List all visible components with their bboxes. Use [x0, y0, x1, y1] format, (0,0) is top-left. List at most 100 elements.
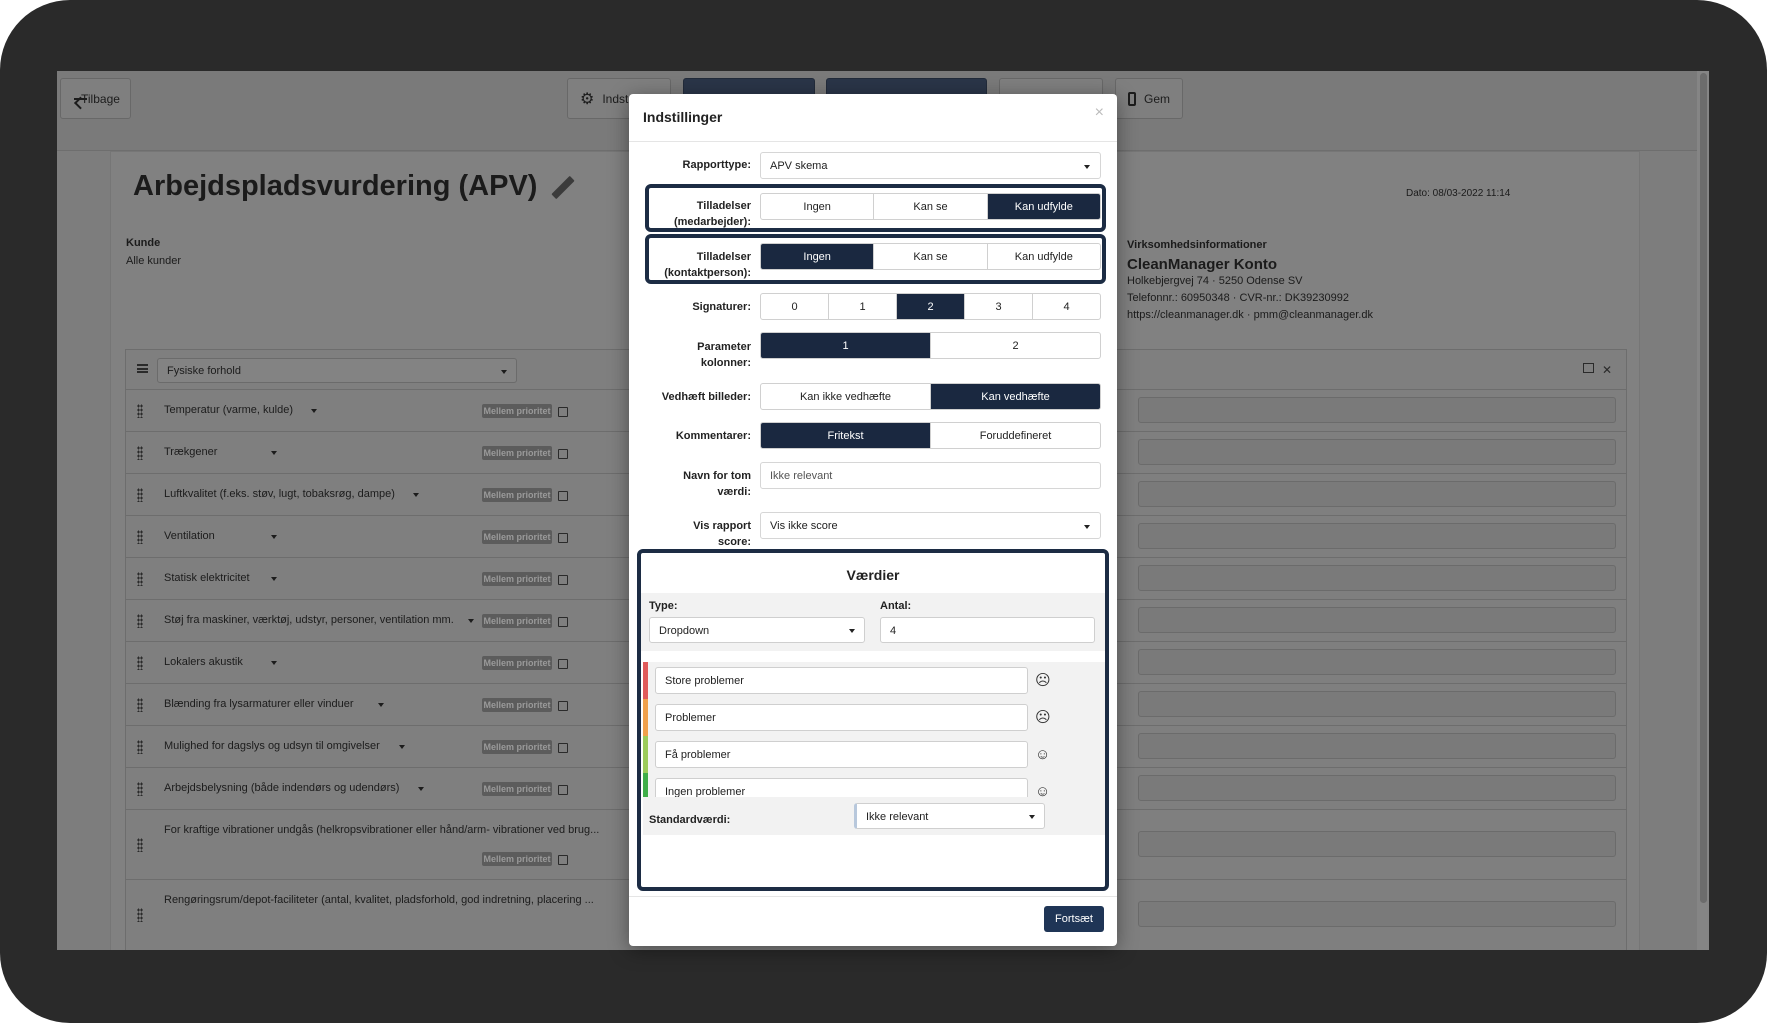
answer-field[interactable] [1138, 439, 1616, 465]
perm-employee-option-none[interactable]: Ingen [761, 194, 875, 219]
copy-icon[interactable] [558, 407, 568, 417]
priority-badge: Mellem prioritet [482, 614, 552, 628]
chevron-down-icon[interactable] [399, 745, 405, 749]
chevron-down-icon[interactable] [468, 619, 474, 623]
answer-field[interactable] [1138, 523, 1616, 549]
attach-images-option-no[interactable]: Kan ikke vedhæfte [761, 384, 931, 409]
drag-handle-icon[interactable] [137, 740, 143, 754]
answer-field[interactable] [1138, 901, 1616, 927]
chevron-down-icon[interactable] [271, 451, 277, 455]
drag-handle-icon[interactable] [137, 446, 143, 460]
param-columns-option-2[interactable]: 2 [931, 333, 1100, 358]
row-label[interactable]: Statisk elektricitet [164, 572, 250, 584]
value-input[interactable]: Få problemer [655, 741, 1028, 768]
answer-field[interactable] [1138, 733, 1616, 759]
save-button[interactable]: Gem [1115, 78, 1183, 119]
copy-icon[interactable] [558, 617, 568, 627]
row-label[interactable]: Mulighed for dagslys og udsyn til omgive… [164, 740, 380, 752]
answer-field[interactable] [1138, 831, 1616, 857]
copy-icon[interactable] [558, 855, 568, 865]
chevron-down-icon[interactable] [271, 661, 277, 665]
document-title-text: Arbejdspladsvurdering (APV) [133, 170, 538, 202]
copy-icon[interactable] [558, 785, 568, 795]
copy-icon[interactable] [558, 743, 568, 753]
answer-field[interactable] [1138, 691, 1616, 717]
category-select[interactable]: Fysiske forhold [157, 358, 517, 383]
drag-handle-icon[interactable] [137, 530, 143, 544]
copy-icon[interactable] [558, 575, 568, 585]
drag-handle-icon[interactable] [137, 838, 143, 852]
chevron-down-icon[interactable] [378, 703, 384, 707]
row-label[interactable]: Arbejdsbelysning (både indendørs og uden… [164, 782, 399, 794]
continue-button[interactable]: Fortsæt [1044, 906, 1104, 932]
copy-icon[interactable] [558, 659, 568, 669]
chevron-down-icon[interactable] [271, 535, 277, 539]
row-label[interactable]: Trækgener [164, 446, 217, 458]
drag-handle-icon[interactable] [137, 572, 143, 586]
values-type-select[interactable]: Dropdown [649, 617, 865, 643]
very-sad-face-icon[interactable]: ☹ [1035, 673, 1051, 688]
attach-images-option-yes[interactable]: Kan vedhæfte [931, 384, 1100, 409]
drag-handle-icon[interactable] [137, 782, 143, 796]
close-icon[interactable]: ✕ [1602, 363, 1612, 377]
chevron-down-icon[interactable] [413, 493, 419, 497]
close-icon[interactable]: × [1095, 104, 1104, 122]
perm-contact-option-view[interactable]: Kan se [874, 244, 988, 269]
answer-field[interactable] [1138, 565, 1616, 591]
show-score-select[interactable]: Vis ikke score [760, 512, 1101, 539]
copy-icon[interactable] [558, 491, 568, 501]
row-label[interactable]: Luftkvalitet (f.eks. støv, lugt, tobaksr… [164, 488, 395, 500]
drag-handle-icon[interactable] [137, 656, 143, 670]
copy-icon[interactable] [558, 701, 568, 711]
page-scrollbar[interactable] [1697, 71, 1709, 950]
row-label[interactable]: Lokalers akustik [164, 656, 243, 668]
signatures-option-0[interactable]: 0 [761, 294, 829, 319]
pencil-icon[interactable] [547, 173, 575, 201]
copy-icon[interactable] [558, 449, 568, 459]
value-input[interactable]: Store problemer [655, 667, 1028, 694]
perm-contact-option-fill[interactable]: Kan udfylde [988, 244, 1100, 269]
param-columns-option-1[interactable]: 1 [761, 333, 931, 358]
row-label[interactable]: For kraftige vibrationer undgås (helkrop… [164, 824, 599, 836]
chevron-down-icon[interactable] [311, 409, 317, 413]
drag-handle-icon[interactable] [137, 908, 143, 922]
sad-face-icon[interactable]: ☹ [1035, 710, 1051, 725]
back-button[interactable]: Tilbage [60, 78, 131, 119]
copy-icon[interactable] [558, 533, 568, 543]
scrollbar-thumb[interactable] [1700, 73, 1707, 903]
values-count-input[interactable]: 4 [880, 617, 1095, 643]
menu-icon[interactable] [137, 364, 148, 373]
signatures-option-2[interactable]: 2 [897, 294, 965, 319]
value-input[interactable]: Problemer [655, 704, 1028, 731]
drag-handle-icon[interactable] [137, 488, 143, 502]
drag-handle-icon[interactable] [137, 404, 143, 418]
drag-handle-icon[interactable] [137, 698, 143, 712]
answer-field[interactable] [1138, 481, 1616, 507]
chevron-down-icon[interactable] [271, 577, 277, 581]
values-section: Værdier Type: Dropdown Antal: 4 Store pr… [637, 549, 1109, 891]
duplicate-icon[interactable] [1582, 363, 1594, 373]
signatures-option-3[interactable]: 3 [965, 294, 1033, 319]
row-label[interactable]: Støj fra maskiner, værktøj, udstyr, pers… [164, 614, 454, 626]
default-value-select[interactable]: Ikke relevant [854, 803, 1045, 829]
perm-employee-option-view[interactable]: Kan se [874, 194, 988, 219]
signatures-option-1[interactable]: 1 [829, 294, 897, 319]
empty-value-input[interactable]: Ikke relevant [760, 462, 1101, 489]
perm-employee-option-fill[interactable]: Kan udfylde [987, 194, 1100, 219]
neutral-face-icon[interactable]: ☺ [1035, 747, 1050, 762]
signatures-option-4[interactable]: 4 [1033, 294, 1100, 319]
answer-field[interactable] [1138, 607, 1616, 633]
answer-field[interactable] [1138, 397, 1616, 423]
row-label[interactable]: Ventilation [164, 530, 215, 542]
row-label[interactable]: Rengøringsrum/depot-faciliteter (antal, … [164, 894, 594, 906]
drag-handle-icon[interactable] [137, 614, 143, 628]
row-label[interactable]: Temperatur (varme, kulde) [164, 404, 293, 416]
perm-contact-option-none[interactable]: Ingen [761, 244, 875, 269]
comments-option-predefined[interactable]: Foruddefineret [931, 423, 1100, 448]
report-type-select[interactable]: APV skema [760, 152, 1101, 179]
comments-option-free-text[interactable]: Fritekst [761, 423, 931, 448]
row-label[interactable]: Blænding fra lysarmaturer eller vinduer [164, 698, 354, 710]
answer-field[interactable] [1138, 775, 1616, 801]
answer-field[interactable] [1138, 649, 1616, 675]
chevron-down-icon[interactable] [418, 787, 424, 791]
